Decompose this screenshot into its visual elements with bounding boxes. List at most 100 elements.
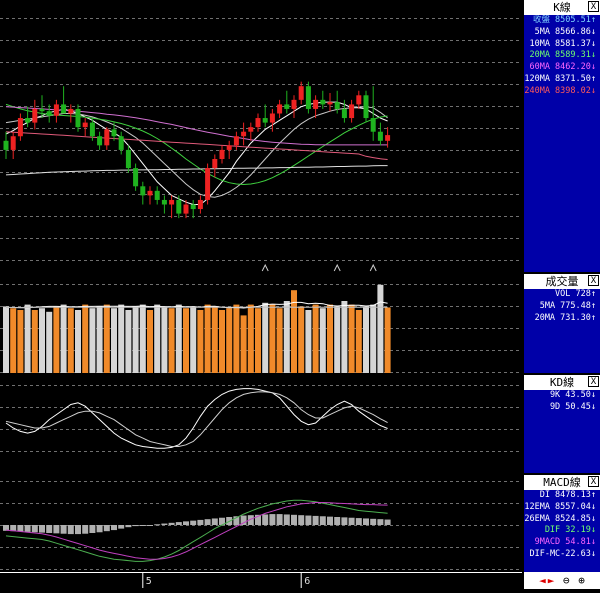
candle-body xyxy=(335,102,340,109)
volume-legend-row: 20MA 731.30↑ xyxy=(524,313,600,325)
candle-body xyxy=(270,114,275,123)
candle-body xyxy=(176,200,181,214)
candle-body xyxy=(148,191,153,196)
candle-body xyxy=(284,104,289,109)
volume-legend-row: 5MA 775.48↑ xyxy=(524,301,600,313)
candle-body xyxy=(97,136,102,145)
volume-bar xyxy=(205,305,211,373)
macd-bar xyxy=(277,514,283,525)
volume-bar xyxy=(277,308,283,373)
candlestick-chart xyxy=(0,0,522,272)
volume-bar xyxy=(284,301,290,373)
macd-bar xyxy=(377,519,383,525)
macd-bar xyxy=(97,525,103,532)
macd-bar xyxy=(305,516,311,525)
macd-bar xyxy=(284,514,290,525)
macd-legend-row: 9MACD 54.81↓ xyxy=(524,537,600,549)
macd-bar xyxy=(75,525,81,534)
volume-bar xyxy=(320,308,326,373)
macd-panel-close-button[interactable]: X xyxy=(588,476,599,487)
volume-chart-area[interactable] xyxy=(0,274,522,373)
macd-bar xyxy=(140,525,146,526)
peak-marker xyxy=(334,265,340,271)
macd-bar xyxy=(385,520,391,525)
macd-bar xyxy=(313,516,319,525)
candle-body xyxy=(277,104,282,113)
zoom-out-icon[interactable]: ⊖ xyxy=(563,574,570,587)
scroll-left-icon[interactable]: ◄ xyxy=(539,574,546,587)
volume-panel-title: 成交量 xyxy=(546,275,579,288)
candle-body xyxy=(385,135,390,141)
macd-chart-area[interactable] xyxy=(0,475,522,572)
volume-legend-panel: 成交量 X VOL 728↑5MA 775.48↑20MA 731.30↑ xyxy=(524,274,600,373)
k-legend-row: 240MA 8398.02↓ xyxy=(524,86,600,98)
volume-panel-close-button[interactable]: X xyxy=(588,275,599,286)
macd-bar xyxy=(25,525,31,532)
candle-body xyxy=(248,127,253,132)
kd-k-line xyxy=(6,389,388,449)
volume-bar xyxy=(3,306,9,373)
candle-body xyxy=(54,104,59,115)
macd-bar xyxy=(356,518,362,525)
macd-bar xyxy=(262,514,268,525)
candle-body xyxy=(191,205,196,210)
candle-body xyxy=(378,132,383,141)
candle-body xyxy=(356,95,361,104)
x-tick-label: 5 xyxy=(146,576,152,587)
kd-chart xyxy=(0,375,522,473)
candle-body xyxy=(198,200,203,209)
candle-body xyxy=(328,102,333,104)
macd-bar xyxy=(68,525,74,534)
x-axis: 56 xyxy=(0,572,522,589)
macd-legend-rows: DI 8478.13↑12EMA 8557.04↓26EMA 8524.85↓D… xyxy=(524,490,600,561)
k-chart-area[interactable] xyxy=(0,0,522,272)
chart-toolbar: ◄► ⊖ ⊕ xyxy=(524,572,600,589)
zoom-in-icon[interactable]: ⊕ xyxy=(578,574,585,587)
candle-body xyxy=(40,109,45,111)
macd-legend-row: 26EMA 8524.85↓ xyxy=(524,514,600,526)
macd-legend-row: DI 8478.13↑ xyxy=(524,490,600,502)
k-legend-row: 10MA 8581.37↓ xyxy=(524,39,600,51)
candle-body xyxy=(133,168,138,186)
candle-body xyxy=(11,136,16,150)
macd-bar xyxy=(298,515,304,525)
candle-body xyxy=(83,123,88,128)
candle-body xyxy=(292,100,297,109)
candle-body xyxy=(169,200,174,205)
candle-body xyxy=(126,150,131,168)
macd-bar xyxy=(320,516,326,525)
candle-body xyxy=(119,136,124,150)
volume-bar xyxy=(190,306,196,373)
macd-bar xyxy=(334,517,340,525)
volume-bar xyxy=(17,310,23,373)
candle-body xyxy=(256,118,261,127)
macd-bar xyxy=(61,525,67,534)
k-panel-header: K線 X xyxy=(524,0,600,15)
volume-bar xyxy=(176,305,182,373)
macd-bar xyxy=(111,525,117,530)
scroll-right-icon[interactable]: ► xyxy=(548,574,555,587)
volume-bar xyxy=(377,285,383,373)
macd-bar xyxy=(197,520,203,525)
volume-bar xyxy=(334,306,340,373)
candle-body xyxy=(234,136,239,145)
volume-bar xyxy=(75,310,81,373)
kd-panel-close-button[interactable]: X xyxy=(588,376,599,387)
volume-bar xyxy=(356,310,362,373)
kd-chart-area[interactable] xyxy=(0,375,522,473)
macd-legend-row: DIF-MC-22.63↓ xyxy=(524,549,600,561)
macd-bar xyxy=(161,524,167,525)
volume-bar xyxy=(298,306,304,373)
volume-bar xyxy=(161,306,167,373)
volume-bar xyxy=(248,305,254,373)
volume-panel-header: 成交量 X xyxy=(524,274,600,289)
macd-panel-header: MACD線 X xyxy=(524,475,600,490)
macd-bar xyxy=(363,518,369,525)
macd-bar xyxy=(104,525,110,531)
candle-body xyxy=(263,118,268,123)
volume-bar xyxy=(10,308,16,373)
k-panel-close-button[interactable]: X xyxy=(588,1,599,12)
volume-bar xyxy=(39,308,45,373)
kd-panel-title: KD線 xyxy=(550,376,574,389)
volume-bar xyxy=(226,308,232,373)
